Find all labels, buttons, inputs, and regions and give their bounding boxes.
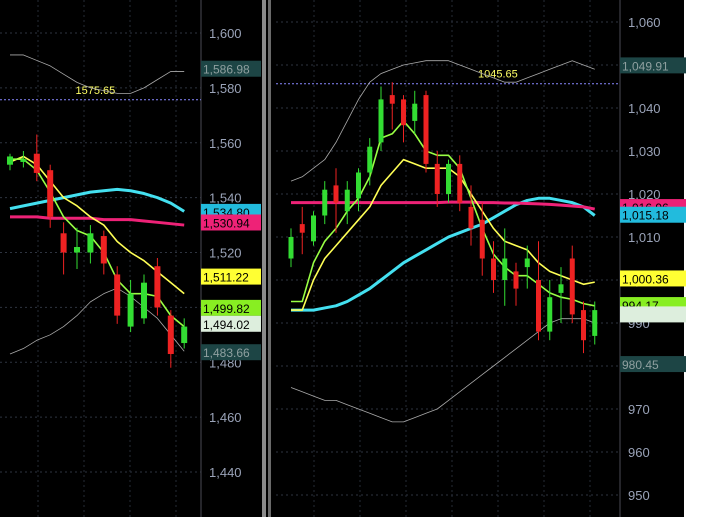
y-tick-label: 1,560	[209, 136, 242, 151]
price-tag-label: 1,483.66	[203, 346, 250, 360]
price-tag-label: 980.45	[622, 358, 659, 372]
candle-body	[401, 99, 406, 126]
candle-body	[547, 297, 553, 332]
candle-body	[569, 258, 575, 315]
candle-body	[33, 153, 40, 173]
chart-panel-right: 1,0601,0501,0401,0301,0201,0101,00099098…	[276, 0, 686, 517]
candle-body	[20, 159, 27, 162]
y-tick-label: 1,540	[209, 191, 242, 206]
candle-body	[446, 163, 451, 194]
candle-body	[167, 315, 174, 355]
y-tick-label: 1,600	[209, 26, 242, 41]
y-tick-label: 1,460	[209, 410, 242, 425]
candle-body	[457, 163, 463, 203]
candle-body	[491, 258, 496, 280]
y-tick-label: 970	[628, 402, 650, 417]
stock-chart: 1,6001,5801,5601,5401,5201,5001,4801,460…	[0, 0, 707, 517]
candle-body	[333, 185, 339, 203]
candle-body	[100, 236, 107, 264]
candle-body	[47, 170, 54, 217]
reference-line-label: 1045.65	[478, 69, 518, 81]
y-tick-label: 950	[628, 488, 650, 503]
candle-body	[127, 293, 134, 327]
y-tick-label: 1,040	[628, 101, 661, 116]
candle-body	[87, 233, 94, 253]
y-tick-label: 1,010	[628, 230, 661, 245]
candle-body	[536, 280, 541, 332]
candle-body	[299, 224, 305, 233]
series-line	[291, 120, 595, 307]
candle-body	[288, 237, 294, 259]
right-margin	[684, 0, 707, 517]
candle-body	[322, 189, 328, 216]
candle-body	[344, 189, 350, 212]
price-tag-label: 1,530.94	[203, 216, 250, 230]
price-tag-label: 1,494.02	[203, 318, 250, 332]
series-line	[291, 200, 596, 211]
series-line	[290, 318, 595, 423]
candle-body	[114, 274, 121, 316]
y-tick-label: 1,030	[628, 144, 661, 159]
candle-body	[524, 258, 530, 268]
reference-line-label: 1575.65	[76, 85, 116, 97]
candle-body	[434, 163, 440, 194]
candle-body	[479, 219, 485, 259]
candle-body	[412, 103, 418, 121]
chart-panel-left: 1,6001,5801,5601,5401,5201,5001,4801,460…	[0, 0, 261, 517]
y-tick-label: 1,520	[209, 246, 242, 261]
candle-body	[558, 284, 564, 293]
price-tag-label: 1,049.91	[622, 59, 669, 73]
candle-body	[592, 310, 598, 336]
y-tick-label: 1,580	[209, 81, 242, 96]
candle-body	[502, 258, 508, 280]
candle-body	[356, 172, 361, 199]
candle-body	[154, 266, 161, 308]
y-tick-label: 1,440	[209, 465, 242, 480]
panel-divider-bar	[268, 0, 271, 517]
candle-body	[74, 247, 80, 253]
candle-body	[181, 326, 188, 344]
panel-divider-bar	[262, 0, 266, 517]
series-line	[291, 158, 595, 311]
price-tag-label: 1,586.98	[203, 63, 250, 77]
candle-body	[581, 310, 586, 341]
candle-body	[7, 156, 13, 165]
candle-body	[60, 233, 67, 253]
price-tag-label: 1,499.82	[203, 302, 250, 316]
price-tag-box	[620, 306, 686, 323]
candle-body	[367, 146, 373, 173]
series-line	[9, 187, 185, 213]
candle-body	[468, 206, 474, 229]
price-tag-label: 1,000.36	[622, 272, 669, 286]
candle-body	[513, 271, 519, 289]
candle-body	[311, 215, 316, 242]
series-line	[290, 60, 595, 182]
y-tick-label: 1,060	[628, 15, 661, 30]
price-tag-label: 1,015.18	[622, 209, 669, 223]
candle-body	[378, 99, 384, 143]
candle-body	[423, 95, 429, 164]
price-tag-label: 1,511.22	[203, 271, 249, 285]
candle-body	[141, 282, 147, 319]
candle-body	[389, 95, 395, 104]
y-tick-label: 960	[628, 445, 650, 460]
